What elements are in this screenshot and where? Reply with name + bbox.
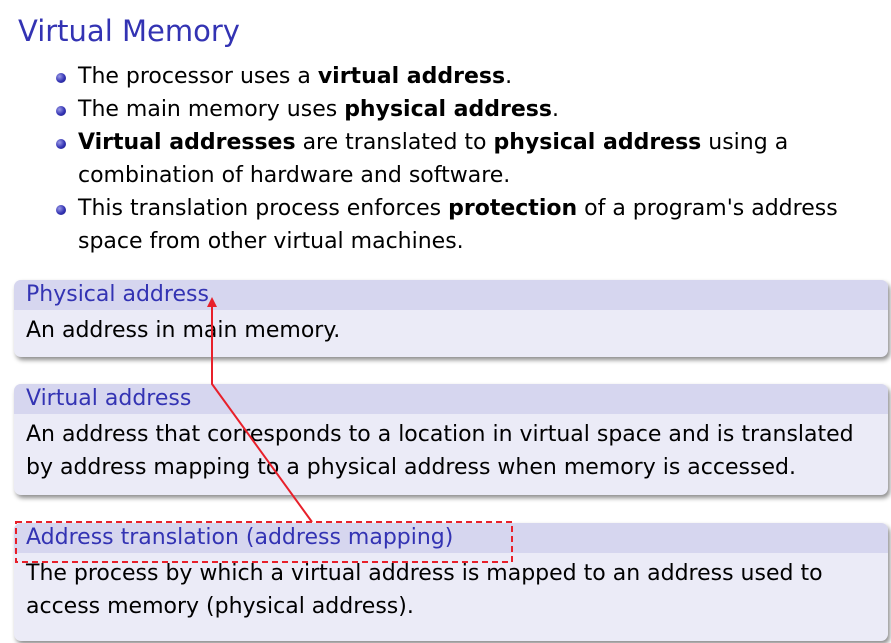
bullet-item: The main memory uses physical address. <box>56 93 876 126</box>
text-run: The processor uses a <box>78 64 318 89</box>
block-body: An address that corresponds to a locatio… <box>26 422 854 480</box>
bullet-list: The processor uses a virtual address. Th… <box>56 60 876 258</box>
block-title: Address translation (address mapping) <box>14 523 888 553</box>
bullet-item: Virtual addresses are translated to phys… <box>56 126 876 192</box>
definition-block-address-translation: Address translation (address mapping) Th… <box>14 523 888 641</box>
block-title: Physical address <box>14 280 888 310</box>
bold-term: physical address <box>344 97 552 122</box>
bullet-dot-icon <box>56 205 66 215</box>
bold-term: virtual address <box>317 64 506 89</box>
bullet-text: The main memory uses physical address. <box>78 97 559 122</box>
bullet-text: Virtual addresses are translated to phys… <box>78 130 788 188</box>
block-title: Virtual address <box>14 384 888 414</box>
text-run: The main memory uses <box>78 97 345 122</box>
bullet-item: The processor uses a virtual address. <box>56 60 876 93</box>
slide-title: Virtual Memory <box>18 14 240 48</box>
text-run: . <box>505 64 513 89</box>
bold-term: Virtual addresses <box>78 130 296 155</box>
bullet-item: This translation process enforces protec… <box>56 192 876 258</box>
text-run: are translated to <box>295 130 494 155</box>
definition-block-physical-address: Physical address An address in main memo… <box>14 280 888 357</box>
text-run: . <box>551 97 559 122</box>
bullet-text: This translation process enforces protec… <box>78 196 838 254</box>
definition-block-virtual-address: Virtual address An address that correspo… <box>14 384 888 495</box>
bold-term: physical address <box>493 130 702 155</box>
bullet-text: The processor uses a virtual address. <box>78 64 512 89</box>
block-body: An address in main memory. <box>26 318 341 343</box>
text-run: This translation process enforces <box>78 196 449 221</box>
bullet-dot-icon <box>56 73 66 83</box>
bullet-dot-icon <box>56 139 66 149</box>
block-body: The process by which a virtual address i… <box>26 561 823 619</box>
bullet-dot-icon <box>56 106 66 116</box>
bold-term: protection <box>448 196 578 221</box>
